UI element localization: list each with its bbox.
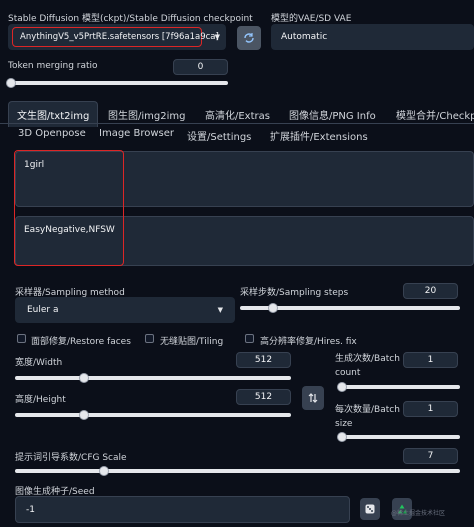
batch-count-label-line2: count: [335, 368, 361, 378]
slider-thumb[interactable]: [79, 410, 89, 420]
watermark: @稀土掘金技术社区: [391, 510, 446, 517]
batch-size-slider[interactable]: [337, 432, 460, 442]
hires-fix-label: 高分辨率修复/Hires. fix: [260, 337, 357, 347]
seed-value: -1: [26, 505, 35, 515]
sampler-dropdown[interactable]: Euler a ▼: [15, 297, 235, 323]
checkpoint-dropdown[interactable]: AnythingV5_v5PrtRE.safetensors [7f96a1a9…: [8, 24, 226, 50]
slider-thumb[interactable]: [337, 382, 347, 392]
random-seed-button[interactable]: [360, 498, 380, 520]
slider-thumb[interactable]: [79, 373, 89, 383]
batch-size-label-line2: size: [335, 419, 353, 429]
tiling-checkbox[interactable]: [145, 334, 154, 343]
refresh-icon: [244, 33, 254, 43]
token-merging-input[interactable]: 0: [173, 59, 228, 75]
steps-slider[interactable]: [240, 303, 460, 313]
height-slider[interactable]: [15, 410, 291, 420]
tab-image-browser[interactable]: Image Browser: [99, 128, 174, 139]
batch-count-input[interactable]: 1: [403, 352, 458, 368]
width-slider[interactable]: [15, 373, 291, 383]
tab-divider: [0, 123, 474, 124]
hires-fix-checkbox[interactable]: [245, 334, 254, 343]
batch-count-label: 生成次数/Batch count: [335, 352, 400, 380]
vae-label: 模型的VAE/SD VAE: [271, 14, 352, 24]
cfg-input[interactable]: 7: [403, 448, 458, 464]
vae-value: Automatic: [281, 32, 328, 42]
slider-thumb[interactable]: [268, 303, 278, 313]
seed-input[interactable]: -1: [15, 496, 350, 523]
steps-label: 采样步数/Sampling steps: [240, 288, 349, 298]
cfg-label: 提示词引导系数/CFG Scale: [15, 453, 127, 463]
tab-3d-openpose[interactable]: 3D Openpose: [18, 128, 86, 139]
checkpoint-value: AnythingV5_v5PrtRE.safetensors [7f96a1a9…: [20, 32, 219, 42]
batch-size-label-line1: 每次数量/Batch: [335, 405, 400, 415]
height-label: 高度/Height: [15, 395, 66, 405]
slider-thumb[interactable]: [99, 466, 109, 476]
token-merging-slider[interactable]: [6, 78, 228, 88]
batch-count-label-line1: 生成次数/Batch: [335, 354, 400, 364]
slider-thumb[interactable]: [337, 432, 347, 442]
tab-img2img[interactable]: 图生图/img2img: [108, 107, 185, 122]
tab-extras[interactable]: 高清化/Extras: [205, 107, 270, 122]
tab-extensions[interactable]: 扩展插件/Extensions: [270, 128, 368, 143]
batch-size-label: 每次数量/Batch size: [335, 403, 400, 431]
refresh-button[interactable]: [237, 26, 261, 50]
steps-input[interactable]: 20: [403, 283, 458, 299]
tiling-label: 无缝贴图/Tiling: [160, 337, 224, 347]
dice-icon: [365, 504, 375, 514]
slider-thumb[interactable]: [6, 78, 16, 88]
restore-faces-checkbox[interactable]: [17, 334, 26, 343]
width-input[interactable]: 512: [236, 352, 291, 368]
tab-png-info[interactable]: 图像信息/PNG Info: [289, 107, 376, 122]
tab-checkpoint-merger[interactable]: 模型合并/Checkp: [396, 107, 474, 122]
sampler-value: Euler a: [27, 305, 59, 315]
batch-count-slider[interactable]: [337, 382, 460, 392]
height-input[interactable]: 512: [236, 389, 291, 405]
cfg-slider[interactable]: [15, 466, 460, 476]
prompt-highlight: [14, 150, 124, 266]
chevron-down-icon: ▼: [217, 306, 223, 314]
tab-settings[interactable]: 设置/Settings: [187, 128, 251, 143]
swap-dimensions-button[interactable]: [302, 386, 324, 410]
swap-icon: [308, 393, 318, 403]
width-label: 宽度/Width: [15, 358, 63, 368]
token-merging-label: Token merging ratio: [8, 61, 98, 71]
vae-dropdown[interactable]: Automatic: [271, 24, 474, 50]
checkpoint-label: Stable Diffusion 模型(ckpt)/Stable Diffusi…: [8, 14, 253, 24]
restore-faces-label: 面部修复/Restore faces: [31, 337, 131, 347]
batch-size-input[interactable]: 1: [403, 401, 458, 417]
